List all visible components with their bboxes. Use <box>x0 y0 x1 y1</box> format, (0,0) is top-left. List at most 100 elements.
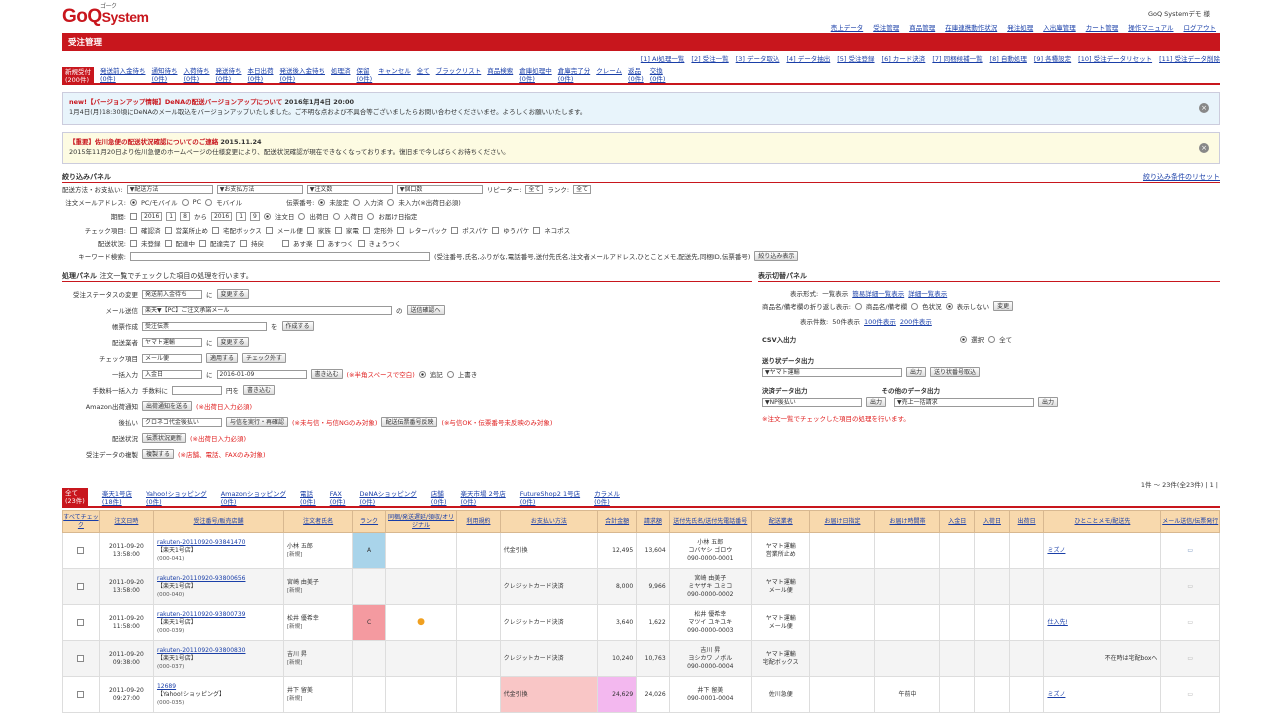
process-control[interactable]: 受注伝票 <box>142 321 267 331</box>
detail-link[interactable]: 詳細一覧表示 <box>908 288 947 298</box>
checkbox[interactable] <box>533 226 541 234</box>
process-button[interactable]: 作成する <box>281 321 314 331</box>
output-button[interactable]: 出力 <box>866 397 887 407</box>
radio[interactable] <box>352 198 360 206</box>
filter-select[interactable]: ▼配送方法 <box>126 184 213 194</box>
date-select[interactable]: 1 <box>166 211 177 221</box>
process-button[interactable]: 変更する <box>216 337 249 347</box>
column-header[interactable]: お支払い方法 <box>499 510 599 533</box>
row-checkbox[interactable] <box>77 690 85 698</box>
fee-input[interactable] <box>172 385 222 395</box>
top-nav-item[interactable]: カート管理 <box>1086 22 1119 32</box>
radio[interactable] <box>911 302 919 310</box>
status-tab[interactable]: クレーム <box>596 67 622 83</box>
process-button[interactable]: 与信を実行・再確認 <box>226 417 289 427</box>
memo[interactable]: ミズノ <box>1047 547 1065 554</box>
channel-tab[interactable]: Amazonショッピング (0件) <box>221 490 286 506</box>
column-header[interactable]: 注文日時 <box>98 510 154 533</box>
radio[interactable] <box>945 302 953 310</box>
status-tab[interactable]: 通知待ち (0件) <box>152 67 178 83</box>
simple-detail-link[interactable]: 簡易詳細一覧表示 <box>852 288 904 298</box>
filter-reset-link[interactable]: 絞り込み条件のリセット <box>1143 172 1220 182</box>
mail-icon[interactable]: ▭ <box>1187 547 1193 554</box>
filter-select[interactable]: ▼個口数 <box>396 184 483 194</box>
radio[interactable] <box>181 198 189 206</box>
status-tab[interactable]: 倉庫完了分 (0件) <box>558 67 591 83</box>
checkbox[interactable] <box>164 239 172 247</box>
function-nav-item[interactable]: [9] 各種設定 <box>1034 53 1071 63</box>
column-header[interactable]: 出荷日 <box>1008 510 1045 533</box>
channel-tab[interactable]: FutureShop2 1号店 (0件) <box>520 490 580 506</box>
date-select[interactable]: 2016 <box>141 211 163 221</box>
mail-icon[interactable]: ▭ <box>1187 583 1193 590</box>
order-number[interactable]: rakuten-20110920-93800656 <box>157 575 280 583</box>
count-200-link[interactable]: 200件表示 <box>900 316 932 326</box>
channel-tab[interactable]: 店舗 (0件) <box>431 490 447 506</box>
rank-select[interactable]: 全て <box>573 184 592 194</box>
checkbox[interactable] <box>130 239 137 247</box>
radio[interactable] <box>298 212 306 220</box>
notice-title[interactable]: new!【バージョンアップ情報】DeNAの配送バージョンアップについて <box>69 98 282 106</box>
function-nav-item[interactable]: [5] 受注登録 <box>837 53 874 63</box>
status-tab[interactable]: 処理済 <box>331 67 351 83</box>
column-header[interactable]: お届け時間帯 <box>874 510 941 533</box>
process-button[interactable]: 書き込む <box>243 385 276 395</box>
radio[interactable] <box>130 198 137 206</box>
checkbox[interactable] <box>212 226 219 234</box>
status-tab[interactable]: 交換 (0件) <box>650 67 666 83</box>
column-header[interactable]: 送付先氏名/送付先電話番号 <box>668 510 752 533</box>
function-nav-item[interactable]: [11] 受注データ削除 <box>1159 53 1220 63</box>
status-tab[interactable]: キャンセル <box>378 67 411 83</box>
status-tab[interactable]: 返品 (0件) <box>628 67 644 83</box>
process-control[interactable]: 楽天▼【PC】ご注文承諾メール <box>142 305 392 315</box>
top-nav-item[interactable]: 操作マニュアル <box>1128 22 1173 32</box>
channel-tab[interactable]: 電話 (0件) <box>300 490 316 506</box>
checkbox[interactable] <box>451 226 459 234</box>
column-header[interactable]: 同梱/発送遅延/領収/オリジナル <box>384 510 458 533</box>
output-button[interactable]: 出力 <box>1038 397 1059 407</box>
close-icon[interactable]: × <box>1199 143 1209 153</box>
top-nav-item[interactable]: 入出庫管理 <box>1043 22 1076 32</box>
column-header[interactable]: 配送業者 <box>750 510 811 533</box>
channel-tab[interactable]: カラメル (0件) <box>594 490 620 506</box>
checkbox[interactable] <box>316 239 324 247</box>
radio[interactable] <box>318 198 326 206</box>
order-number[interactable]: rakuten-20110920-93800739 <box>157 611 280 619</box>
process-button[interactable]: チェック外す <box>242 353 287 363</box>
channel-tab[interactable]: 楽天1号店 (18件) <box>102 490 132 506</box>
process-control[interactable]: 発送前入金待ち <box>142 289 202 299</box>
status-tab[interactable]: 入荷待ち (0件) <box>184 67 210 83</box>
row-checkbox[interactable] <box>77 618 85 626</box>
date-input[interactable]: 2016-01-09 <box>216 369 307 379</box>
ship-select[interactable]: ▼ヤマト運輸 <box>762 367 902 377</box>
filter-select[interactable]: ▼お支払方法 <box>216 184 303 194</box>
checkbox[interactable] <box>130 212 137 220</box>
function-nav-item[interactable]: [4] データ抽出 <box>786 53 830 63</box>
radio[interactable] <box>418 370 426 378</box>
row-checkbox[interactable] <box>77 582 85 590</box>
order-number[interactable]: 12689 <box>157 683 280 691</box>
column-header[interactable]: メール送信/伝票発行 <box>1160 510 1220 533</box>
filter-select[interactable]: ▼注文数 <box>306 184 393 194</box>
column-header[interactable]: お届け日指定 <box>809 510 876 533</box>
status-tab[interactable]: 発送待ち (0件) <box>216 67 242 83</box>
pay-select[interactable]: ▼NP後払い <box>762 397 862 407</box>
column-header[interactable]: ランク <box>352 510 386 533</box>
process-control[interactable]: 入金日 <box>142 369 202 379</box>
checkbox[interactable] <box>164 226 172 234</box>
channel-tab[interactable]: DeNAショッピング (0件) <box>359 490 416 506</box>
date-select[interactable]: 8 <box>180 211 190 221</box>
top-nav-item[interactable]: 商品管理 <box>909 22 935 32</box>
channel-tab[interactable]: FAX (0件) <box>330 490 346 506</box>
import-button[interactable]: 送り状番号取込 <box>930 367 981 377</box>
close-icon[interactable]: × <box>1199 103 1209 113</box>
column-header[interactable]: 請求額 <box>636 510 670 533</box>
checkbox[interactable] <box>306 226 314 234</box>
mail-icon[interactable]: ▭ <box>1187 655 1193 662</box>
notice-title[interactable]: 【重要】佐川急便の配送状況確認についてのご連絡 <box>69 138 218 146</box>
column-header[interactable]: 注文者氏名 <box>282 510 354 533</box>
memo[interactable]: ミズノ <box>1047 691 1065 698</box>
checkbox[interactable] <box>265 226 273 234</box>
count-100-link[interactable]: 100件表示 <box>864 316 896 326</box>
row-checkbox[interactable] <box>77 546 85 554</box>
